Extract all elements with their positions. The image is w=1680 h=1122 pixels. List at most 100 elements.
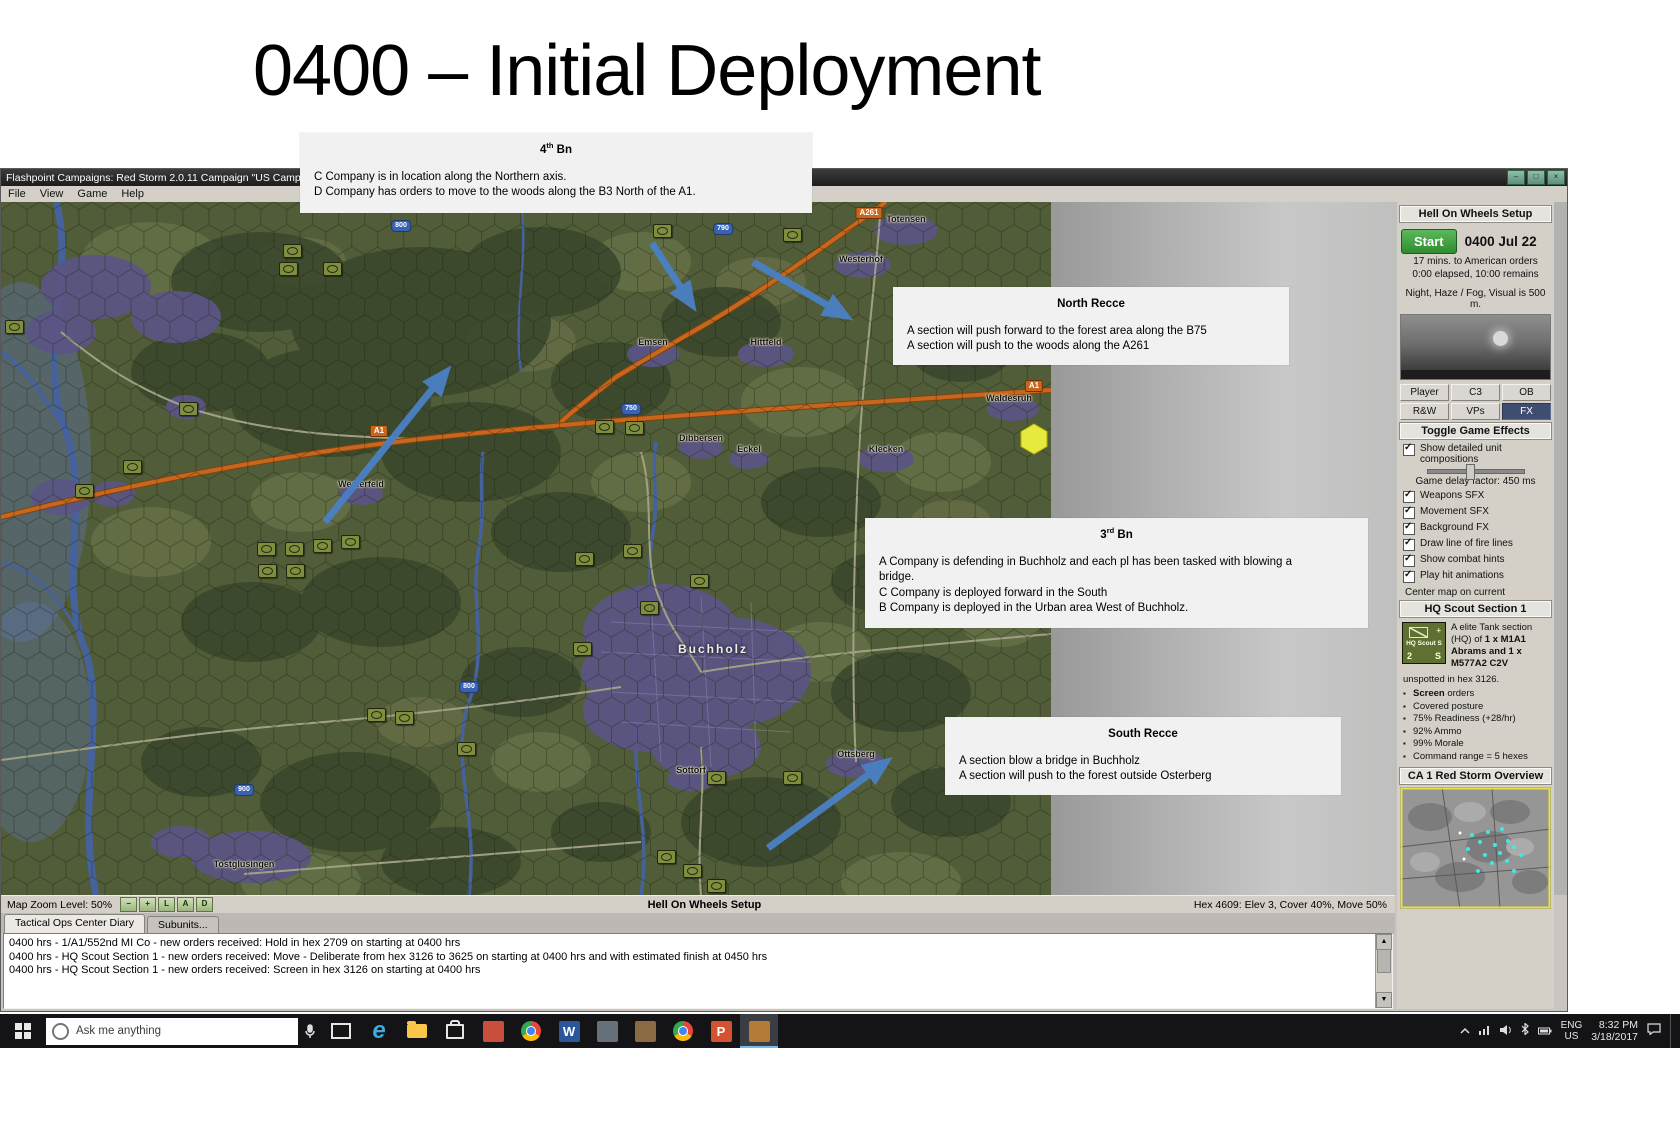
bullet-posture: Covered posture [1403,701,1552,714]
start-menu-button[interactable] [0,1014,46,1048]
edge-icon[interactable]: e [360,1014,398,1048]
menu-view[interactable]: View [33,188,71,200]
callout-line: A section will push to the woods along t… [907,340,1150,353]
callout-line: A Company is defending in Buchholz and e… [879,555,1292,568]
menu-game[interactable]: Game [70,188,114,200]
callout-4th-bn: 4th Bn C Company is in location along th… [300,133,812,213]
task-view-icon[interactable] [322,1014,360,1048]
road-badge: 750 [621,403,641,415]
battery-icon[interactable] [1537,1022,1552,1040]
start-button[interactable]: Start [1401,229,1457,254]
unit-description: A elite Tank section (HQ) of 1 x M1A1 Ab… [1451,622,1533,669]
tab-subunits[interactable]: Subunits... [147,916,219,933]
detail-checkbox-label: Show detailed unit compositions [1420,443,1502,465]
center-map-option[interactable]: Center map on current [1405,587,1546,598]
callout-line: A section will push to the forest outsid… [959,770,1212,783]
background-fx-label: Background FX [1420,522,1489,533]
photos-icon[interactable] [474,1014,512,1048]
scroll-thumb[interactable] [1377,949,1391,973]
search-input[interactable] [74,1024,292,1038]
store-icon[interactable] [436,1014,474,1048]
tab-fx[interactable]: FX [1502,403,1551,420]
scroll-up-icon[interactable] [1376,934,1392,950]
unit-header: HQ Scout Section 1 [1399,600,1552,618]
menu-file[interactable]: File [1,188,33,200]
setup-header: Hell On Wheels Setup [1399,205,1552,223]
tab-c3[interactable]: C3 [1451,384,1500,401]
bullet-orders: Screen orders [1403,688,1552,701]
callout-line: C Company is in location along the North… [314,170,567,183]
close-button[interactable] [1547,170,1565,185]
combat-hints-label: Show combat hints [1420,554,1505,565]
menu-help[interactable]: Help [114,188,151,200]
background-fx-checkbox[interactable] [1403,521,1415,535]
movement-sfx-checkbox[interactable] [1403,505,1415,519]
tab-player[interactable]: Player [1400,384,1449,401]
diary-scrollbar[interactable] [1375,934,1392,1008]
log-line: 0400 hrs - HQ Scout Section 1 - new orde… [9,964,481,976]
elapsed-time: 0:00 elapsed, 10:00 remains [1412,269,1539,280]
zoom-a-button[interactable]: A [177,897,195,912]
orders-countdown: 17 mins. to American orders [1413,256,1538,267]
counter-name: HQ Scout S [1406,640,1442,647]
settings-icon[interactable] [588,1014,626,1048]
taskbar-search[interactable] [46,1017,298,1045]
road-badge: 790 [713,223,733,235]
language-indicator[interactable]: ENG US [1561,1020,1583,1042]
minimap[interactable] [1399,786,1552,912]
scroll-down-icon[interactable] [1376,992,1392,1008]
minimap-image [1399,786,1552,910]
road-badge: 900 [234,784,254,796]
game-delay-slider[interactable] [1426,464,1525,480]
lof-lines-checkbox[interactable] [1403,537,1415,551]
hit-animations-checkbox[interactable] [1403,569,1415,583]
chrome-icon[interactable] [512,1014,550,1048]
tab-vps[interactable]: VPs [1451,403,1500,420]
moon-icon [1493,331,1508,346]
slide-title: 0400 – Initial Deployment [253,31,1041,111]
callout-line: C Company is deployed forward in the Sou… [879,586,1108,599]
zoom-out-button[interactable]: − [120,897,138,912]
volume-icon[interactable] [1499,1022,1512,1040]
zoom-d-button[interactable]: D [196,897,214,912]
taskbar-apps: eWP [322,1014,778,1048]
weapons-sfx-checkbox[interactable] [1403,489,1415,503]
hidden-icons-caret-icon[interactable] [1460,1022,1470,1040]
windows-logo-icon [15,1023,31,1039]
dashboard-tabs: Player C3 OB R&W VPs FX [1400,384,1551,420]
callout-title: 4th Bn [539,141,573,156]
word-icon[interactable]: W [550,1014,588,1048]
unit-counter-icon[interactable]: + HQ Scout S 2 S [1402,622,1446,664]
show-desktop-button[interactable] [1670,1014,1676,1048]
file-explorer-icon[interactable] [398,1014,436,1048]
combat-hints-checkbox[interactable] [1403,553,1415,567]
bullet-readiness: 75% Readiness (+28/hr) [1403,713,1552,726]
bullet-command-range: Command range = 5 hexes [1403,751,1552,764]
maximize-button[interactable] [1527,170,1545,185]
minimize-button[interactable] [1507,170,1525,185]
detail-checkbox[interactable] [1403,442,1415,456]
zoom-in-button[interactable]: + [139,897,157,912]
callout-title: 3rd Bn [1100,526,1133,541]
diary-log[interactable]: 0400 hrs - 1/A1/552nd MI Co - new orders… [3,933,1393,1009]
taskbar-clock[interactable]: 8:32 PM 3/18/2017 [1591,1019,1638,1043]
tab-ob[interactable]: OB [1502,384,1551,401]
bluetooth-icon[interactable] [1521,1022,1529,1040]
game-datetime: 0400 Jul 22 [1464,234,1537,249]
system-tray: ENG US 8:32 PM 3/18/2017 [1460,1014,1680,1048]
tab-tactical-ops-diary[interactable]: Tactical Ops Center Diary [4,914,146,933]
map-app-icon[interactable] [626,1014,664,1048]
zoom-l-button[interactable]: L [158,897,176,912]
action-center-icon[interactable] [1647,1022,1661,1040]
road-badge: 800 [391,220,411,232]
flashpoint-game-icon[interactable] [740,1014,778,1048]
network-icon[interactable] [1478,1022,1491,1040]
hit-animations-label: Play hit animations [1420,570,1504,581]
chrome-icon-2[interactable] [664,1014,702,1048]
lof-lines-label: Draw line of fire lines [1420,538,1513,549]
delay-label: Game delay factor: 450 ms [1415,476,1536,487]
powerpoint-icon[interactable]: P [702,1014,740,1048]
microphone-icon[interactable] [304,1023,316,1039]
tab-rw[interactable]: R&W [1400,403,1449,420]
callout-title: South Recce [1108,727,1178,740]
